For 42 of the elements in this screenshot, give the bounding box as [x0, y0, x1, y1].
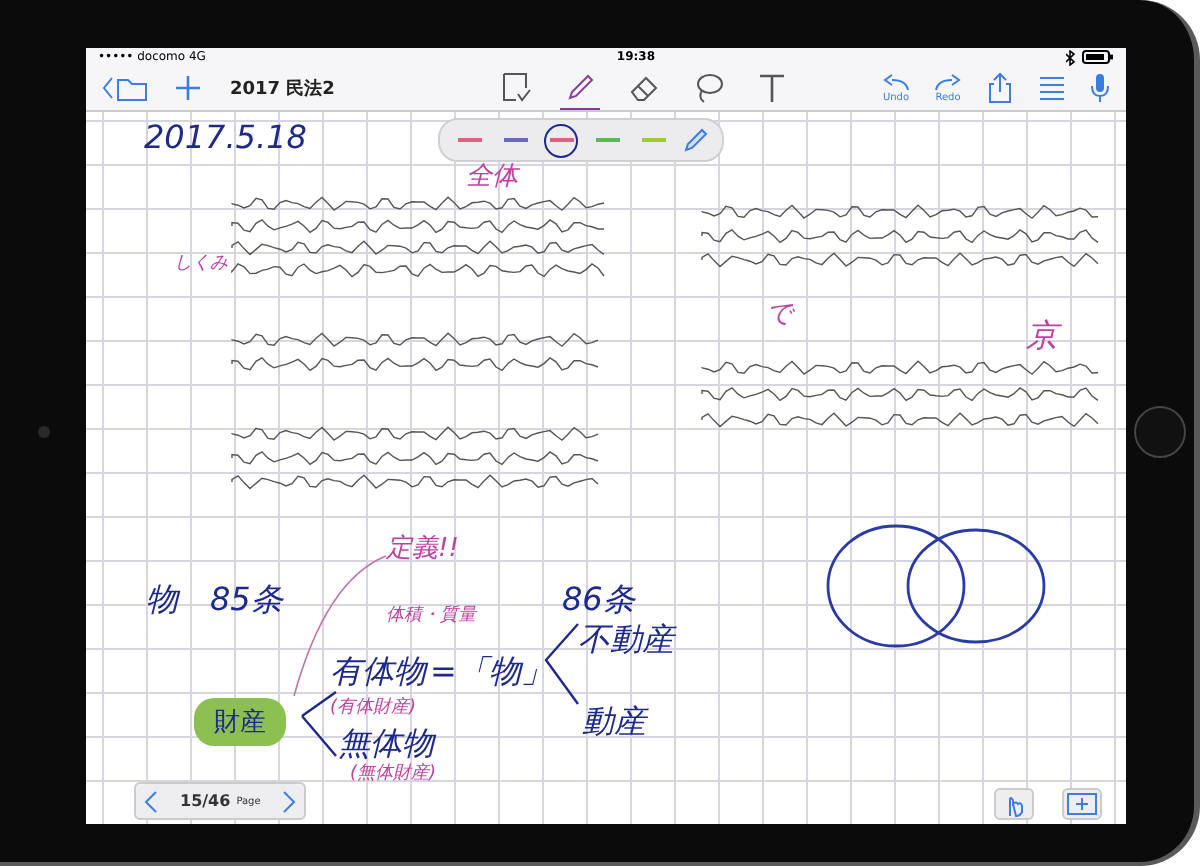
pen-settings-icon[interactable]	[682, 126, 710, 154]
handwritten-text: 定義!!	[386, 536, 459, 562]
handwritten-text: (有体財産)	[330, 700, 417, 718]
chevron-left-icon	[144, 789, 160, 813]
share-icon	[985, 72, 1014, 104]
handwritten-text: 京	[1026, 320, 1058, 352]
handwritten-text: 体積・質量	[386, 608, 476, 626]
select-icon	[498, 69, 535, 105]
add-page-icon	[1066, 791, 1098, 817]
page-number: 15/46	[178, 792, 233, 810]
pen-icon	[562, 69, 599, 105]
handwritten-text: 86条	[562, 584, 635, 616]
handwritten-text: 動産	[582, 706, 646, 738]
microphone-icon	[1089, 72, 1110, 104]
folder-icon	[102, 74, 150, 102]
handwritten-text: しくみ	[174, 256, 228, 274]
handwritten-text: で	[766, 302, 792, 328]
home-button[interactable]	[1134, 405, 1186, 457]
redo-icon	[933, 73, 962, 91]
branch-bracket	[544, 623, 579, 705]
handwritten-text: (無体財産)	[350, 766, 437, 784]
chevron-right-icon	[280, 789, 297, 813]
undo-icon	[881, 73, 910, 91]
highlighted-handwriting: 財産	[194, 698, 286, 746]
handwritten-text: 有体物	[330, 656, 426, 688]
handwritten-text: =「物」	[430, 656, 553, 688]
plus-icon	[174, 74, 202, 102]
handwritten-text: 85条	[210, 584, 283, 616]
branch-bracket	[300, 690, 338, 758]
handwritten-text: 不動産	[578, 624, 674, 656]
note-title: 2017 民法2	[230, 76, 335, 101]
hand-tool-button[interactable]	[994, 788, 1034, 820]
battery-icon	[1082, 50, 1114, 64]
camera-icon	[37, 425, 49, 437]
pen-color-button[interactable]	[544, 123, 578, 157]
bluetooth-icon	[1066, 49, 1076, 65]
handwritten-text: 無体物	[338, 728, 434, 760]
add-page-button[interactable]	[1062, 788, 1102, 820]
handwritten-text: 物	[146, 584, 178, 616]
handwritten-text: 2017.5.18	[144, 122, 307, 154]
handwritten-text: 全体	[466, 164, 518, 190]
menu-icon	[1037, 74, 1066, 102]
